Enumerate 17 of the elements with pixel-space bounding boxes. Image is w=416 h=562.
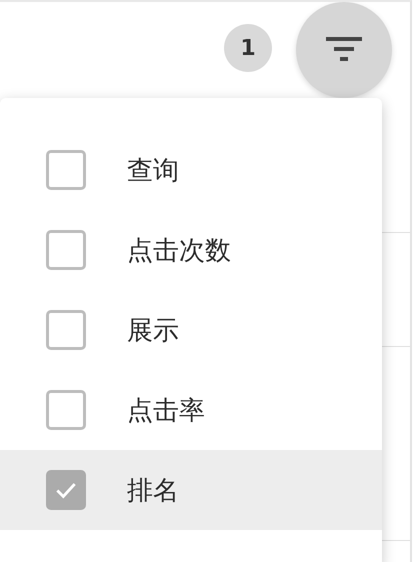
item-label: 展示: [127, 314, 179, 348]
item-label: 查询: [127, 154, 179, 188]
menu-item[interactable]: 点击率: [0, 370, 382, 450]
checkbox[interactable]: [46, 470, 86, 510]
filter-icon: [326, 37, 362, 63]
menu-item[interactable]: 展示: [0, 290, 382, 370]
menu-item[interactable]: 查询: [0, 130, 382, 210]
menu-item[interactable]: 点击次数: [0, 210, 382, 290]
checkbox[interactable]: [46, 390, 86, 430]
filter-count-badge: 1: [224, 24, 272, 72]
checkbox[interactable]: [46, 310, 86, 350]
item-label: 排名: [127, 474, 179, 508]
item-label: 点击次数: [127, 234, 231, 268]
checkbox[interactable]: [46, 230, 86, 270]
item-label: 点击率: [127, 394, 205, 428]
checkbox[interactable]: [46, 150, 86, 190]
menu-item[interactable]: 排名: [0, 450, 382, 530]
